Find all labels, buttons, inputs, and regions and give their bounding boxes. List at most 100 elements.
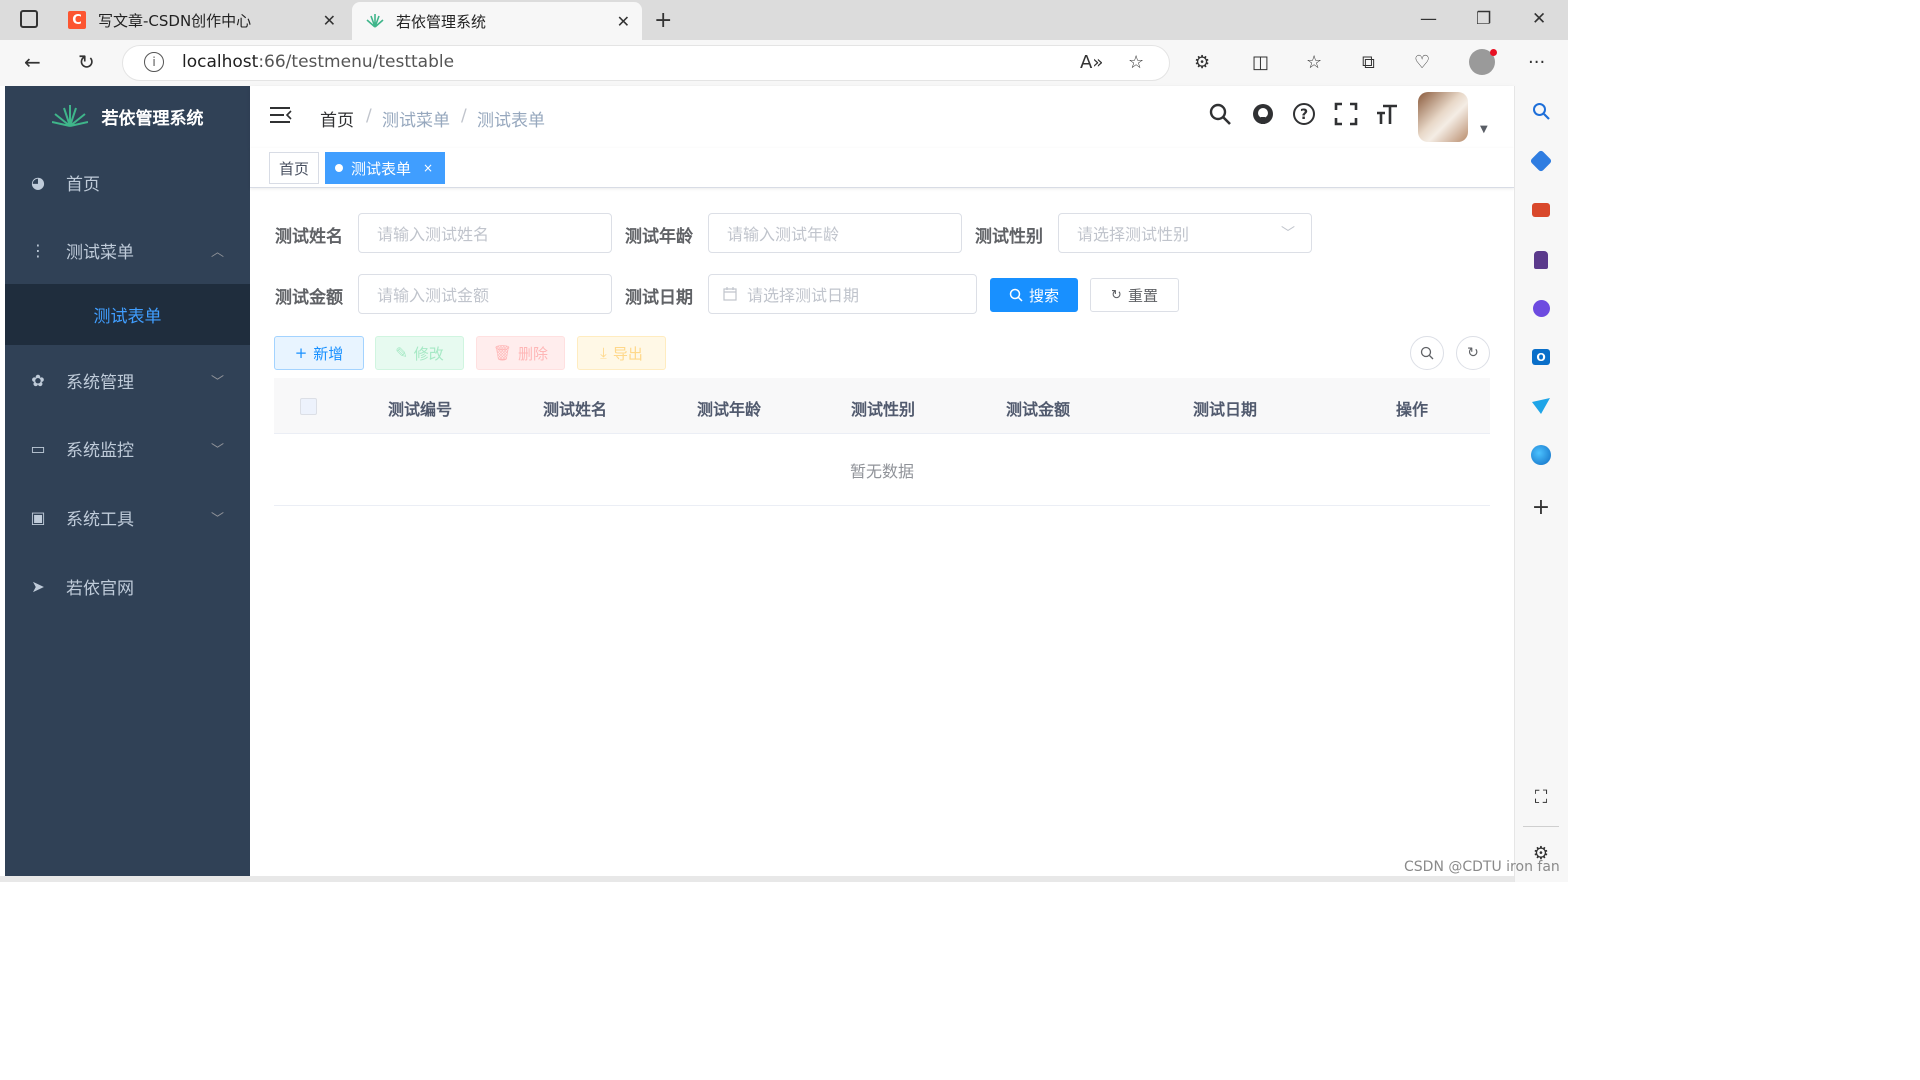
column-header: 测试日期 bbox=[1193, 400, 1258, 419]
test-name-input[interactable]: 请输入测试姓名 bbox=[358, 213, 612, 253]
sidebar-item-system-monitor[interactable]: ▭ 系统监控 ﹀ bbox=[5, 414, 250, 482]
column-header: 测试金额 bbox=[1006, 400, 1071, 419]
label-test-age: 测试年龄 bbox=[625, 227, 693, 247]
office-icon[interactable] bbox=[1531, 298, 1551, 318]
watermark-text: CSDN @CDTU iron fan bbox=[1404, 859, 1560, 875]
browser-tab-csdn[interactable]: C 写文章-CSDN创作中心 ✕ bbox=[56, 0, 348, 40]
label-test-amount: 测试金额 bbox=[275, 288, 343, 308]
sidebar-item-label: 系统工具 bbox=[66, 509, 134, 530]
export-button-label: 导出 bbox=[612, 344, 643, 363]
search-button-label: 搜索 bbox=[1028, 286, 1059, 305]
test-age-input[interactable]: 请输入测试年龄 bbox=[708, 213, 962, 253]
edit-icon: ✎ bbox=[395, 344, 408, 362]
breadcrumb-separator: / bbox=[366, 106, 372, 126]
tab-close-icon[interactable]: ✕ bbox=[323, 11, 336, 30]
delete-button-label: 删除 bbox=[518, 344, 549, 363]
shopping-tag-icon[interactable] bbox=[1529, 149, 1553, 173]
window-close-icon[interactable]: ✕ bbox=[1532, 9, 1546, 29]
sidebar-item-system-tools[interactable]: ▣ 系统工具 ﹀ bbox=[5, 483, 250, 551]
fullscreen-icon[interactable] bbox=[1334, 102, 1358, 132]
tag-label: 首页 bbox=[279, 159, 310, 178]
github-icon[interactable] bbox=[1251, 102, 1275, 132]
test-amount-input[interactable]: 请输入测试金额 bbox=[358, 274, 612, 314]
breadcrumb-home[interactable]: 首页 bbox=[320, 106, 354, 131]
font-size-icon[interactable] bbox=[1375, 102, 1399, 132]
dashboard-icon: ◕ bbox=[31, 172, 45, 192]
placeholder: 请输入测试年龄 bbox=[727, 225, 840, 244]
url-text[interactable]: localhost:66/testmenu/testtable bbox=[182, 52, 454, 72]
tab-close-icon[interactable]: ✕ bbox=[617, 12, 630, 31]
refresh-icon: ↻ bbox=[1111, 287, 1122, 303]
sidebar-item-system-management[interactable]: ✿ 系统管理 ﹀ bbox=[5, 346, 250, 414]
sidebar-item-test-menu[interactable]: ⋮ 测试菜单 ︿ bbox=[5, 216, 250, 284]
restore-icon[interactable]: ❐ bbox=[1476, 9, 1491, 29]
label-test-date: 测试日期 bbox=[625, 288, 693, 308]
tag-close-icon[interactable]: × bbox=[423, 161, 433, 175]
caret-down-icon[interactable]: ▼ bbox=[1480, 124, 1488, 135]
column-header: 测试年龄 bbox=[697, 400, 762, 419]
split-screen-icon[interactable]: ◫ bbox=[1252, 52, 1269, 73]
browser-tab-ruoyi[interactable]: 若依管理系统 ✕ bbox=[352, 2, 642, 40]
minimize-icon[interactable]: — bbox=[1420, 9, 1437, 29]
extensions-icon[interactable]: ⚙ bbox=[1194, 52, 1210, 73]
send-icon[interactable] bbox=[1531, 396, 1551, 416]
edge-drop-icon[interactable] bbox=[1531, 445, 1551, 465]
help-icon[interactable]: ? bbox=[1292, 102, 1316, 132]
search-icon bbox=[1009, 288, 1023, 302]
select-all-checkbox[interactable] bbox=[300, 398, 317, 415]
test-date-picker[interactable]: 请选择测试日期 bbox=[708, 274, 977, 314]
column-header: 测试姓名 bbox=[543, 400, 608, 419]
tree-icon: ⋮ bbox=[30, 240, 46, 260]
reset-button[interactable]: ↻ 重置 bbox=[1090, 278, 1179, 312]
tag-test-form[interactable]: 测试表单 × bbox=[325, 152, 445, 184]
screenshot-icon[interactable]: ⛶ bbox=[1531, 787, 1551, 808]
sidebar-item-home[interactable]: ◕ 首页 bbox=[5, 148, 250, 216]
test-gender-select[interactable]: 请选择测试性别 ﹀ bbox=[1058, 213, 1312, 253]
tab-actions-icon[interactable] bbox=[20, 10, 38, 28]
tag-home[interactable]: 首页 bbox=[269, 152, 320, 184]
search-icon[interactable] bbox=[1531, 101, 1551, 121]
hamburger-icon[interactable] bbox=[270, 105, 292, 125]
search-button[interactable]: 搜索 bbox=[990, 278, 1078, 312]
active-dot-icon bbox=[335, 164, 343, 172]
toggle-search-button[interactable] bbox=[1410, 336, 1444, 370]
search-icon[interactable] bbox=[1208, 102, 1232, 132]
outlook-icon[interactable]: O bbox=[1531, 347, 1551, 367]
add-icon[interactable]: + bbox=[1531, 495, 1551, 520]
sidebar-logo[interactable]: 若依管理系统 bbox=[5, 86, 250, 146]
bottom-edge bbox=[0, 876, 1514, 882]
sidebar-item-label: 系统管理 bbox=[66, 372, 134, 393]
site-info-icon[interactable]: i bbox=[144, 52, 164, 72]
paper-plane-icon: ➤ bbox=[31, 576, 45, 596]
ruoyi-leaf-logo-icon bbox=[364, 12, 386, 30]
svg-text:?: ? bbox=[1300, 107, 1308, 123]
toolbox-icon[interactable] bbox=[1531, 200, 1551, 220]
monitor-icon: ▭ bbox=[30, 438, 46, 458]
sidebar-item-test-form[interactable]: 测试表单 bbox=[5, 284, 250, 345]
avatar[interactable] bbox=[1418, 92, 1468, 142]
favorite-star-icon[interactable]: ☆ bbox=[1128, 52, 1144, 73]
delete-button[interactable]: 🗑 删除 bbox=[476, 336, 565, 370]
browser-essentials-icon[interactable]: ♡ bbox=[1414, 52, 1430, 73]
edit-button[interactable]: ✎ 修改 bbox=[375, 336, 464, 370]
download-icon: ⤓ bbox=[600, 344, 607, 362]
trash-icon: 🗑 bbox=[492, 344, 513, 362]
sidebar-item-official-site[interactable]: ➤ 若依官网 bbox=[5, 552, 250, 620]
refresh-icon[interactable]: ↻ bbox=[78, 50, 95, 74]
placeholder: 请输入测试姓名 bbox=[377, 225, 490, 244]
more-menu-icon[interactable]: ··· bbox=[1528, 52, 1545, 73]
sidebar-item-label: 系统监控 bbox=[66, 440, 134, 461]
back-arrow-icon[interactable]: ← bbox=[24, 50, 41, 74]
refresh-table-button[interactable]: ↻ bbox=[1456, 336, 1490, 370]
placeholder: 请选择测试性别 bbox=[1077, 225, 1190, 244]
collections-icon[interactable]: ⧉ bbox=[1362, 52, 1375, 73]
games-icon[interactable] bbox=[1531, 250, 1551, 270]
export-button[interactable]: ⤓ 导出 bbox=[577, 336, 666, 370]
new-tab-button[interactable]: + bbox=[654, 8, 672, 33]
favorites-icon[interactable]: ☆ bbox=[1306, 52, 1322, 73]
sidebar-title: 若依管理系统 bbox=[101, 108, 204, 129]
tab-title: 若依管理系统 bbox=[396, 12, 487, 31]
edit-button-label: 修改 bbox=[413, 344, 444, 363]
add-button[interactable]: + 新增 bbox=[274, 336, 364, 370]
read-aloud-icon[interactable]: A» bbox=[1080, 52, 1103, 73]
